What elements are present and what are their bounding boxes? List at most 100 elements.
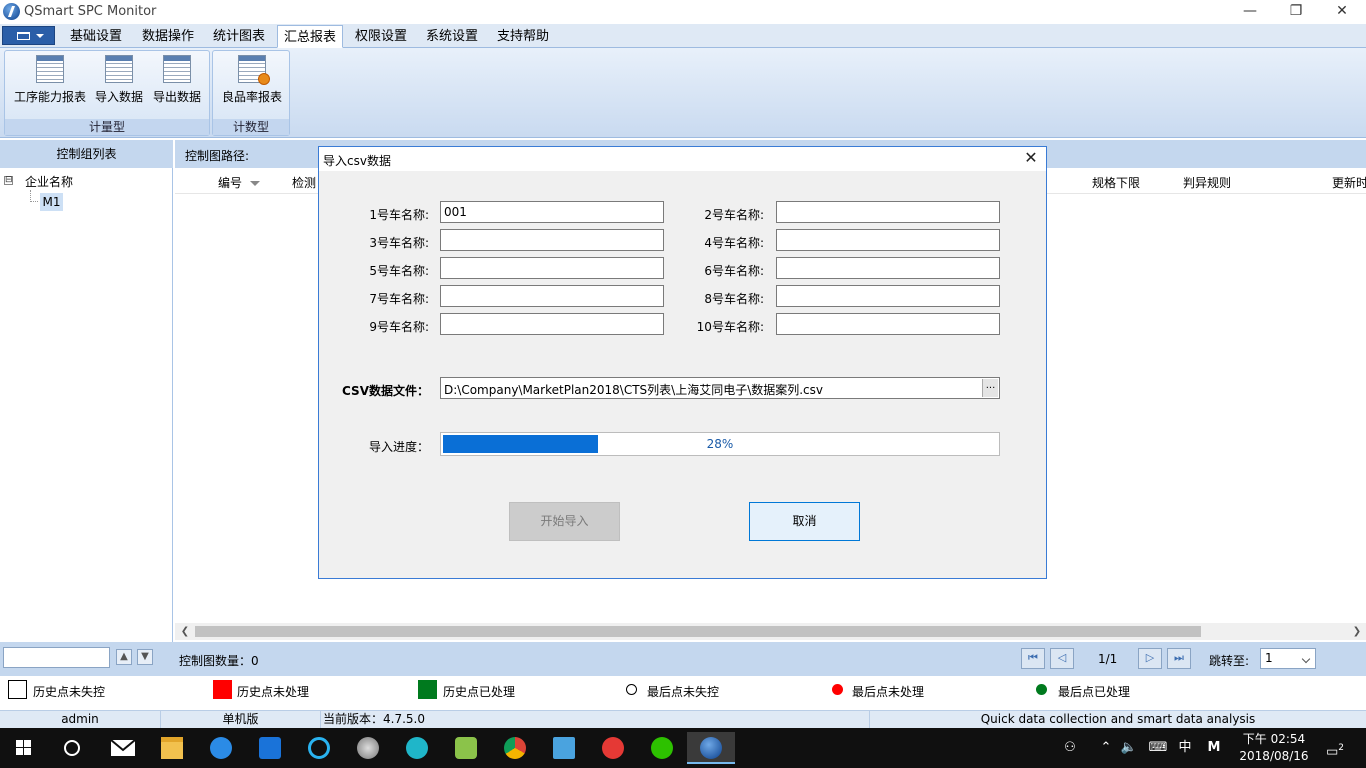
column-header-lsl[interactable]: 规格下限 [1092,174,1140,191]
red-app-icon[interactable] [589,732,637,764]
legend-label: 历史点未失控 [33,685,106,699]
vehicle-7-label: 7号车名称: [369,292,429,306]
collapse-icon[interactable]: ⊟ [4,176,13,185]
bottom-toolbar: ▲ ▼ 控制图数量：0 ⏮ ◁ 1/1 ▷ ⏭ 跳转至: 1 [0,642,1366,676]
sogou-browser-icon[interactable] [197,732,245,764]
green-square-app-icon [455,737,477,759]
jump-to-select[interactable]: 1 [1260,648,1316,669]
prev-page-button[interactable]: ◁ [1050,648,1074,669]
process-capability-report-button[interactable]: 工序能力报表 [9,55,91,111]
vehicle-6-name-input[interactable] [776,257,1000,279]
notes-app-icon[interactable] [540,732,588,764]
mail-icon[interactable] [99,732,147,764]
vehicle-9-name-input[interactable] [440,313,664,335]
move-up-button[interactable]: ▲ [116,649,132,665]
first-page-button[interactable]: ⏮ [1021,648,1045,669]
app-menu-icon [17,32,30,40]
restore-button[interactable]: ❐ [1273,0,1319,24]
title-bar: QSmart SPC Monitor — ❐ ✕ [0,0,1366,24]
white-circle-icon [626,684,637,695]
yield-report-label: 良品率报表 [221,90,282,104]
minimize-button[interactable]: — [1227,0,1273,24]
column-header-rules[interactable]: 判异规则 [1183,174,1231,191]
vehicle-10-name-input[interactable] [776,313,1000,335]
status-slogan: Quick data collection and smart data ana… [980,712,1256,726]
chevron-up-icon[interactable]: ⌃ [1096,728,1116,768]
clock[interactable]: 下午 02:54 2018/08/16 [1236,731,1312,765]
volume-icon[interactable]: 🔈 [1118,728,1140,768]
yield-report-icon [238,55,270,85]
vehicle-1-label: 1号车名称: [369,208,429,222]
column-label: 编号 [218,176,243,190]
export-data-label: 导出数据 [152,90,201,104]
film-icon [406,737,428,759]
ime-language[interactable]: 中 [1175,728,1195,768]
yield-report-button[interactable]: 良品率报表 [217,55,287,111]
scrollbar-thumb[interactable] [195,626,1201,637]
cp-icon [259,737,281,759]
tab-support-help[interactable]: 支持帮助 [489,25,557,48]
move-down-button[interactable]: ▼ [137,649,153,665]
page-indicator: 1/1 [1098,652,1118,666]
export-data-button[interactable]: 导出数据 [149,55,205,111]
app-menu-button[interactable] [2,26,55,45]
scroll-right-icon[interactable]: ❯ [1350,624,1364,639]
start-import-button[interactable]: 开始导入 [509,502,620,541]
status-bar: admin 单机版 当前版本：4.7.5.0 Quick data collec… [0,710,1366,728]
notification-center-button[interactable]: ▭2 [1320,728,1350,768]
scroll-left-icon[interactable]: ❮ [178,624,192,639]
white-square-icon [8,680,27,699]
vehicle-3-name-input[interactable] [440,229,664,251]
dialog-close-icon[interactable]: ✕ [1020,149,1042,169]
vehicle-7-name-input[interactable] [440,285,664,307]
red-g-icon [602,737,624,759]
start-button[interactable] [0,732,48,764]
browse-button[interactable]: ... [982,379,998,397]
windows-logo-icon [16,740,31,755]
cp-app-icon[interactable] [246,732,294,764]
jump-to-value: 1 [1265,651,1273,665]
keyboard-icon[interactable]: ⌨ [1144,728,1172,768]
ime-mode[interactable]: M [1202,728,1226,768]
cancel-button[interactable]: 取消 [749,502,860,541]
globe-app-icon[interactable] [344,732,392,764]
tab-summary-reports[interactable]: 汇总报表 [277,25,343,48]
horizontal-scrollbar[interactable]: ❮ ❯ [175,623,1366,640]
vehicle-1-name-input[interactable] [440,201,664,223]
tab-basic-settings[interactable]: 基础设置 [62,25,130,48]
tab-statistical-charts[interactable]: 统计图表 [205,25,273,48]
ribbon-group-attribute: 良品率报表 计数型 [212,50,290,136]
csv-file-path-field[interactable]: D:\Company\MarketPlan2018\CTS列表\上海艾同电子\数… [440,377,1000,399]
film-app-icon[interactable] [393,732,441,764]
qq-browser-icon[interactable] [295,732,343,764]
import-table-icon [105,55,133,83]
chrome-icon[interactable] [491,732,539,764]
window-title: QSmart SPC Monitor [24,4,157,19]
tree-node-m1[interactable]: M1 [40,193,63,211]
column-header-updated[interactable]: 更新时 [1332,174,1366,191]
search-circle-icon[interactable] [48,732,96,764]
folder-icon [161,737,183,759]
legend-label: 历史点已处理 [443,685,516,699]
vehicle-5-name-input[interactable] [440,257,664,279]
vehicle-8-name-input[interactable] [776,285,1000,307]
tree-root-node[interactable]: 企业名称 [25,173,73,190]
close-button[interactable]: ✕ [1319,0,1365,24]
tab-permission-settings[interactable]: 权限设置 [347,25,415,48]
menu-bar: 基础设置 数据操作 统计图表 汇总报表 权限设置 系统设置 支持帮助 [0,24,1366,48]
vehicle-2-name-input[interactable] [776,201,1000,223]
wechat-icon[interactable] [638,732,686,764]
people-icon[interactable]: ⚇ [1058,728,1082,768]
last-page-button[interactable]: ⏭ [1167,648,1191,669]
qsmart-icon[interactable] [687,732,735,764]
tab-system-settings[interactable]: 系统设置 [418,25,486,48]
vehicle-4-name-input[interactable] [776,229,1000,251]
column-header-id[interactable]: 编号 [218,174,261,191]
green-app-icon[interactable] [442,732,490,764]
file-explorer-icon[interactable] [148,732,196,764]
column-header-inspection[interactable]: 检测 [292,174,316,191]
group-search-input[interactable] [3,647,110,668]
tab-data-operations[interactable]: 数据操作 [134,25,202,48]
import-data-button[interactable]: 导入数据 [91,55,147,111]
next-page-button[interactable]: ▷ [1138,648,1162,669]
